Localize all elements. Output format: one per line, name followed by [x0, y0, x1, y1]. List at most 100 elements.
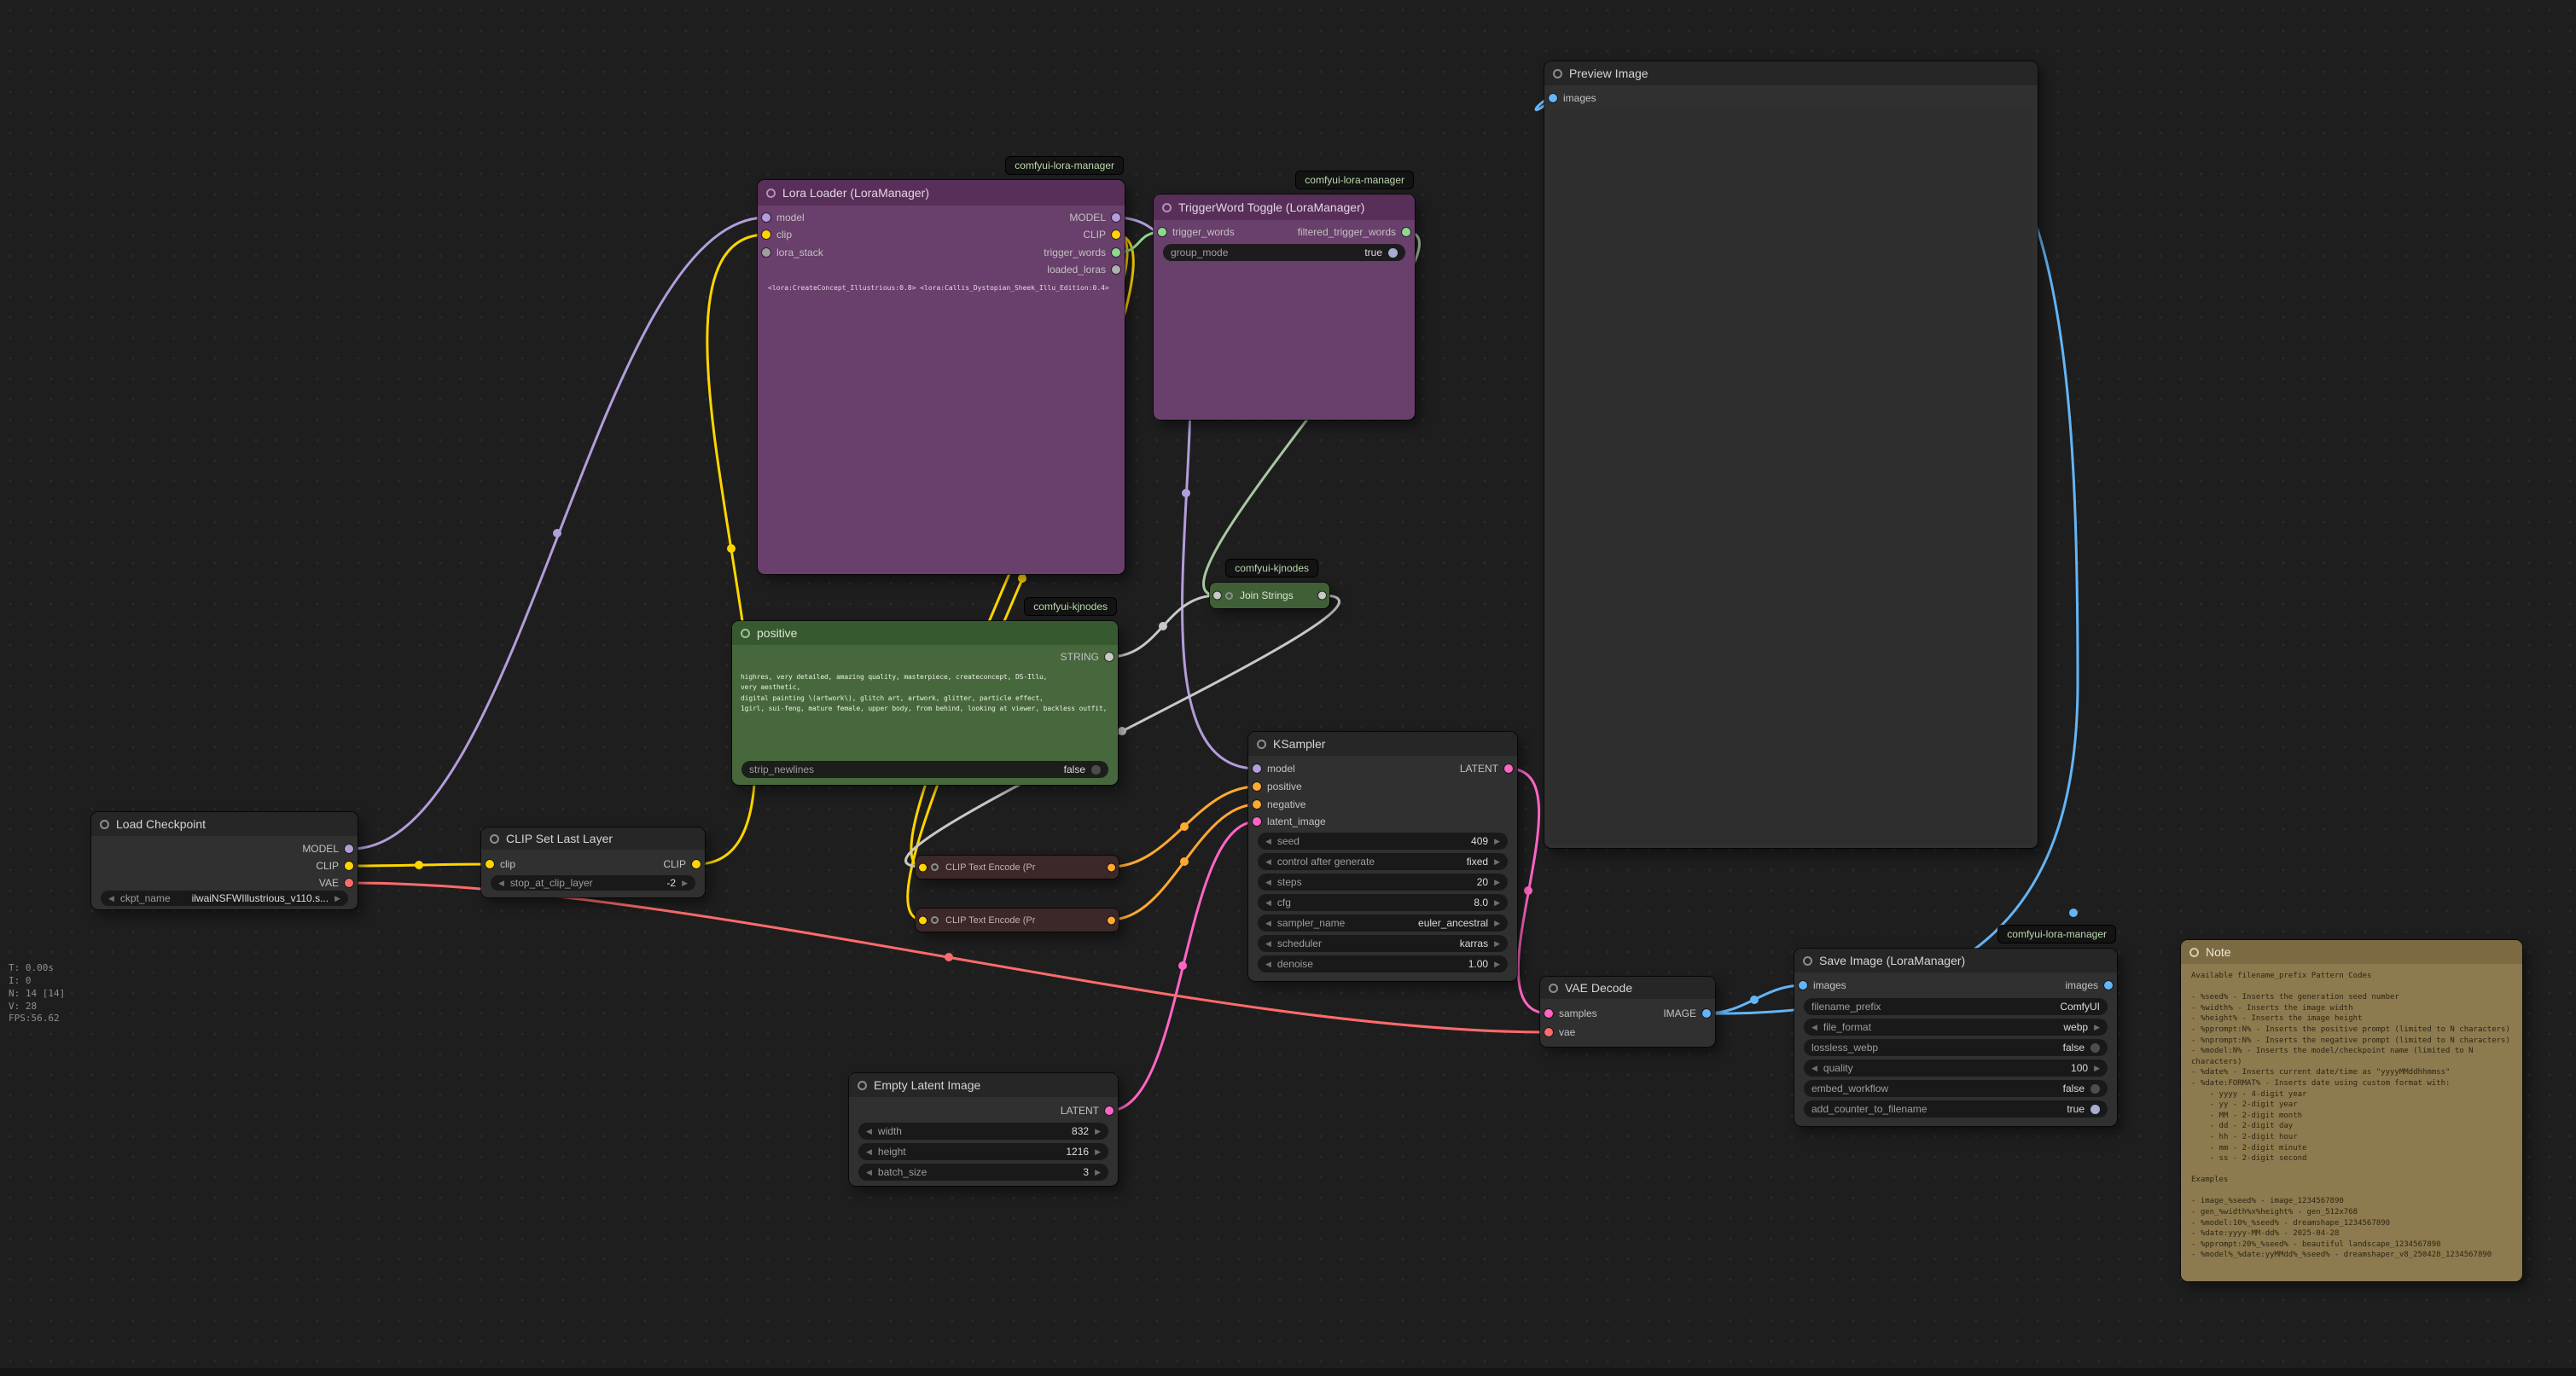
slot-trigger-words-output[interactable]: trigger_words [1044, 244, 1120, 261]
node-title-bar[interactable]: KSampler [1248, 732, 1517, 756]
slot-string-output[interactable]: STRING [1061, 648, 1114, 665]
vae-slot-dot[interactable] [1544, 1028, 1553, 1036]
node-note[interactable]: Note Available filename_prefix Pattern C… [2181, 940, 2522, 1281]
slot-clip-output[interactable]: CLIP [663, 856, 701, 873]
trigger-words-slot-dot[interactable] [1112, 248, 1120, 257]
slot-positive-input[interactable]: positive [1253, 778, 1302, 795]
toggle-off-icon[interactable] [2090, 1084, 2100, 1094]
trigger-words-slot-dot[interactable] [1158, 228, 1166, 236]
node-title-bar[interactable]: TriggerWord Toggle (LoraManager) [1154, 194, 1415, 220]
sampler-name-widget[interactable]: ◀ sampler_name euler_ancestral ▶ [1258, 914, 1508, 932]
node-title-bar[interactable]: Load Checkpoint [91, 812, 358, 836]
collapse-toggle-icon[interactable] [1257, 740, 1266, 749]
conditioning-slot-dot[interactable] [1253, 782, 1261, 791]
increment-arrow-icon[interactable]: ▶ [1095, 1168, 1101, 1177]
collapsed-output-dot[interactable] [1108, 916, 1115, 924]
collapsed-input-dot[interactable] [1213, 592, 1221, 600]
slot-latent-output[interactable]: LATENT [1061, 1102, 1114, 1119]
file-format-widget[interactable]: ◀ file_format webp ▶ [1804, 1019, 2108, 1036]
increment-arrow-icon[interactable]: ▶ [1095, 1127, 1101, 1136]
decrement-arrow-icon[interactable]: ◀ [108, 894, 114, 903]
steps-widget[interactable]: ◀ steps 20 ▶ [1258, 874, 1508, 891]
image-slot-dot[interactable] [1549, 94, 1557, 102]
decrement-arrow-icon[interactable]: ◀ [1265, 898, 1271, 908]
clip-slot-dot[interactable] [486, 860, 494, 868]
decrement-arrow-icon[interactable]: ◀ [866, 1168, 872, 1177]
node-ksampler[interactable]: KSampler model positive negative latent_… [1248, 732, 1517, 981]
node-vae-decode[interactable]: VAE Decode samples vae IMAGE [1540, 977, 1715, 1047]
slot-image-output[interactable]: IMAGE [1663, 1005, 1711, 1022]
latent-slot-dot[interactable] [1504, 764, 1513, 773]
node-empty-latent-image[interactable]: Empty Latent Image LATENT ◀ width 832 ▶ … [849, 1073, 1118, 1186]
node-lora-loader[interactable]: comfyui-lora-manager Lora Loader (LoraMa… [758, 180, 1125, 574]
batch-size-widget[interactable]: ◀ batch_size 3 ▶ [858, 1164, 1108, 1181]
vae-slot-dot[interactable] [345, 879, 353, 887]
slot-images-output[interactable]: images [2065, 977, 2113, 994]
collapse-toggle-icon[interactable] [1549, 984, 1558, 993]
ckpt-name-widget[interactable]: ◀ ckpt_name ilwaiNSFWIllustrious_v110.s.… [101, 891, 348, 906]
node-title-bar[interactable]: CLIP Set Last Layer [481, 827, 705, 850]
image-slot-dot[interactable] [1799, 981, 1807, 990]
lora-stack-slot-dot[interactable] [762, 248, 770, 257]
collapse-toggle-icon[interactable] [931, 916, 939, 924]
slot-latent-image-input[interactable]: latent_image [1253, 813, 1326, 830]
slot-images-input[interactable]: images [1549, 90, 1596, 107]
collapsed-output-dot[interactable] [1318, 592, 1326, 600]
node-save-image[interactable]: comfyui-lora-manager Save Image (LoraMan… [1794, 949, 2117, 1126]
toggle-off-icon[interactable] [1091, 765, 1101, 775]
loaded-loras-slot-dot[interactable] [1112, 265, 1120, 274]
slot-clip-output[interactable]: CLIP [316, 857, 353, 874]
height-widget[interactable]: ◀ height 1216 ▶ [858, 1143, 1108, 1160]
decrement-arrow-icon[interactable]: ◀ [1265, 919, 1271, 928]
node-title-bar[interactable]: Save Image (LoraManager) [1794, 949, 2117, 972]
slot-clip-input[interactable]: clip [486, 856, 515, 873]
increment-arrow-icon[interactable]: ▶ [334, 894, 340, 903]
seed-widget[interactable]: ◀ seed 409 ▶ [1258, 833, 1508, 850]
increment-arrow-icon[interactable]: ▶ [1494, 960, 1500, 969]
group-mode-toggle-widget[interactable]: group_mode true [1163, 244, 1405, 261]
model-slot-dot[interactable] [1112, 213, 1120, 222]
slot-clip-input[interactable]: clip [762, 226, 792, 243]
collapse-toggle-icon[interactable] [490, 834, 499, 844]
toggle-on-icon[interactable] [1388, 248, 1398, 258]
decrement-arrow-icon[interactable]: ◀ [1811, 1064, 1817, 1073]
node-title-bar[interactable]: VAE Decode [1540, 977, 1715, 999]
slot-model-input[interactable]: model [762, 209, 805, 226]
node-title-bar[interactable]: positive [732, 621, 1118, 645]
node-clip-text-encode-positive[interactable]: CLIP Text Encode (Pr [916, 856, 1119, 879]
slot-latent-output[interactable]: LATENT [1460, 760, 1513, 777]
increment-arrow-icon[interactable]: ▶ [2094, 1023, 2100, 1032]
slot-filtered-trigger-words-output[interactable]: filtered_trigger_words [1298, 224, 1410, 241]
collapse-toggle-icon[interactable] [858, 1081, 867, 1090]
decrement-ar Row-icon[interactable]: ◀ [1811, 1023, 1817, 1032]
latent-slot-dot[interactable] [1544, 1009, 1553, 1018]
decrement-arrow-icon[interactable]: ◀ [866, 1127, 872, 1136]
conditioning-slot-dot[interactable] [1253, 800, 1261, 809]
slot-loaded-loras-output[interactable]: loaded_loras [1047, 261, 1120, 278]
node-triggerword-toggle[interactable]: comfyui-lora-manager TriggerWord Toggle … [1154, 194, 1415, 420]
slot-model-output[interactable]: MODEL [1069, 209, 1120, 226]
note-textarea[interactable]: Available filename_prefix Pattern Codes … [2191, 971, 2512, 1273]
decrement-arrow-icon[interactable]: ◀ [1265, 878, 1271, 887]
image-slot-dot[interactable] [2104, 981, 2113, 990]
collapse-toggle-icon[interactable] [1225, 592, 1233, 600]
increment-arrow-icon[interactable]: ▶ [682, 879, 688, 888]
decrement-arrow-icon[interactable]: ◀ [866, 1147, 872, 1157]
model-slot-dot[interactable] [1253, 764, 1261, 773]
node-join-strings[interactable]: comfyui-kjnodes Join Strings [1210, 583, 1329, 608]
slot-lora-stack-input[interactable]: lora_stack [762, 244, 823, 261]
embed-workflow-toggle-widget[interactable]: embed_workflow false [1804, 1080, 2108, 1097]
node-positive-prompt[interactable]: comfyui-kjnodes positive STRING highres,… [732, 621, 1118, 785]
latent-slot-dot[interactable] [1105, 1106, 1114, 1115]
quality-widget[interactable]: ◀ quality 100 ▶ [1804, 1060, 2108, 1077]
slot-vae-output[interactable]: VAE [319, 874, 353, 891]
decrement-arrow-icon[interactable]: ◀ [498, 879, 504, 888]
increment-arrow-icon[interactable]: ▶ [1494, 857, 1500, 867]
collapse-toggle-icon[interactable] [100, 820, 109, 829]
increment-arrow-icon[interactable]: ▶ [1494, 939, 1500, 949]
lora-syntax-text[interactable]: <lora:CreateConcept_Illustrious:0.8> <lo… [768, 284, 1114, 292]
toggle-off-icon[interactable] [2090, 1043, 2100, 1053]
clip-slot-dot[interactable] [692, 860, 701, 868]
slot-samples-input[interactable]: samples [1544, 1005, 1597, 1022]
collapse-toggle-icon[interactable] [741, 629, 750, 638]
